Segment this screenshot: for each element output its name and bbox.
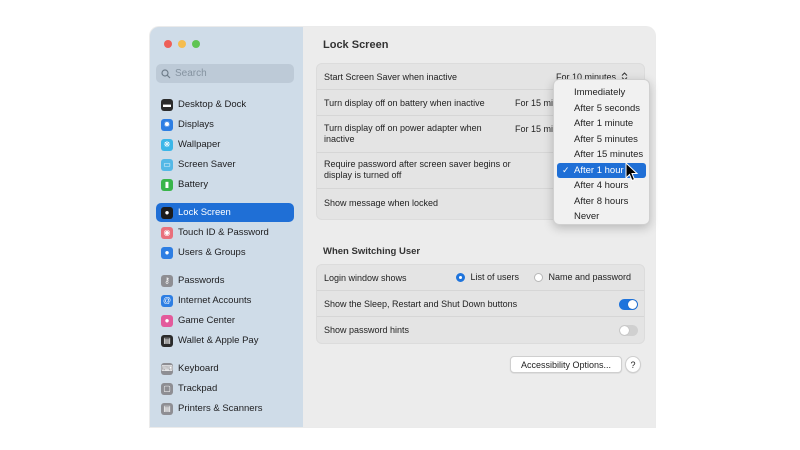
login-option2-label: Name and password [548, 272, 632, 282]
display-battery-label: Turn display off on battery when inactiv… [324, 98, 485, 108]
help-button[interactable]: ? [625, 356, 641, 373]
sidebar-item-trackpad[interactable]: ▢ Trackpad [156, 379, 294, 398]
sidebar-item-label: Wallet & Apple Pay [178, 335, 259, 346]
sidebar-item-label: Desktop & Dock [178, 99, 247, 110]
menu-item-after-15-minutes[interactable]: After 15 minutes [557, 147, 646, 163]
menu-item-after-5-minutes[interactable]: After 5 minutes [557, 132, 646, 148]
menu-item-after-5-seconds[interactable]: After 5 seconds [557, 101, 646, 117]
menu-item-label: Immediately [574, 87, 626, 99]
require-password-label: Require password after screen saver begi… [324, 159, 511, 180]
radio-selected-icon [456, 273, 465, 283]
accessibility-options-button[interactable]: Accessibility Options... [510, 356, 622, 373]
trackpad-icon: ▢ [161, 382, 173, 395]
password-hints-label: Show password hints [324, 325, 410, 335]
radio-unselected-icon [534, 273, 543, 283]
sidebar-item-label: Keyboard [178, 363, 219, 374]
login-option1-label: List of users [470, 272, 520, 282]
login-window-row: Login window shows List of users Name an… [317, 265, 644, 291]
menu-item-label: After 1 minute [574, 118, 634, 130]
minimize-window-button[interactable] [178, 40, 186, 48]
menu-item-label: Never [574, 211, 600, 223]
menu-item-label: After 8 hours [574, 195, 629, 207]
sidebar-item-label: Internet Accounts [178, 295, 252, 306]
sidebar-item-label: Touch ID & Password [178, 227, 269, 238]
menu-item-label: After 5 minutes [574, 133, 638, 145]
game-center-icon: ● [161, 314, 173, 327]
sidebar-item-wallpaper[interactable]: ❋ Wallpaper [156, 135, 294, 154]
sleep-buttons-label: Show the Sleep, Restart and Shut Down bu… [324, 299, 518, 309]
login-list-of-users-radio[interactable]: List of users [456, 272, 520, 283]
sidebar-item-passwords[interactable]: ⚷ Passwords [156, 271, 294, 290]
search-placeholder: Search [175, 68, 207, 79]
sidebar-list: ▬ Desktop & Dock ✹ Displays ❋ Wallpaper ▭ Scree… [156, 95, 294, 419]
checkmark-icon: ✓ [562, 164, 570, 175]
switching-user-header: When Switching User [323, 246, 421, 257]
menu-item-immediately[interactable]: Immediately [557, 85, 646, 101]
login-name-password-radio[interactable]: Name and password [534, 272, 632, 283]
sidebar-item-label: Passwords [178, 275, 225, 286]
sidebar-item-label: Users & Groups [178, 247, 246, 258]
page-title: Lock Screen [323, 39, 389, 51]
password-hints-row: Show password hints [317, 317, 644, 343]
key-icon: ⚷ [161, 274, 173, 287]
sidebar-item-users-groups[interactable]: ● Users & Groups [156, 243, 294, 262]
sidebar: Search ▬ Desktop & Dock ✹ Displays ❋ Wallpape… [150, 27, 303, 427]
sleep-buttons-toggle[interactable] [619, 299, 638, 310]
sidebar-item-label: Game Center [178, 315, 236, 326]
sidebar-item-lock-screen[interactable]: ● Lock Screen [156, 203, 294, 222]
sidebar-item-game-center[interactable]: ● Game Center [156, 311, 294, 330]
window-controls [164, 40, 200, 48]
sidebar-item-displays[interactable]: ✹ Displays [156, 115, 294, 134]
zoom-window-button[interactable] [192, 40, 200, 48]
menu-item-label: After 4 hours [574, 180, 629, 192]
screen-saver-icon: ▭ [161, 158, 173, 171]
sidebar-item-label: Screen Saver [178, 159, 236, 170]
sidebar-item-label: Printers & Scanners [178, 403, 263, 414]
menu-item-label: After 5 seconds [574, 102, 641, 114]
battery-icon: ▮ [161, 178, 173, 191]
display-power-select[interactable]: For 15 mi [515, 124, 553, 134]
sidebar-item-keyboard[interactable]: ⌨ Keyboard [156, 359, 294, 378]
wallet-icon: ▤ [161, 334, 173, 347]
close-window-button[interactable] [164, 40, 172, 48]
sidebar-item-screen-saver[interactable]: ▭ Screen Saver [156, 155, 294, 174]
show-message-label: Show message when locked [324, 198, 439, 208]
mouse-pointer-icon [625, 162, 639, 182]
sidebar-item-label: Displays [178, 119, 214, 130]
display-power-label: Turn display off on power adapter when i… [324, 123, 482, 144]
menu-item-label: After 15 minutes [574, 149, 644, 161]
menu-item-after-1-minute[interactable]: After 1 minute [557, 116, 646, 132]
sidebar-item-battery[interactable]: ▮ Battery [156, 175, 294, 194]
sidebar-item-printers-scanners[interactable]: ▤ Printers & Scanners [156, 399, 294, 418]
search-input[interactable]: Search [156, 64, 294, 83]
users-icon: ● [161, 246, 173, 259]
screen-saver-label: Start Screen Saver when inactive [324, 72, 458, 82]
sidebar-item-label: Wallpaper [178, 139, 221, 150]
sidebar-item-wallet-apple-pay[interactable]: ▤ Wallet & Apple Pay [156, 331, 294, 350]
sidebar-item-internet-accounts[interactable]: @ Internet Accounts [156, 291, 294, 310]
display-battery-select[interactable]: For 15 mi [515, 98, 553, 108]
sidebar-item-label: Battery [178, 179, 209, 190]
sidebar-item-desktop-dock[interactable]: ▬ Desktop & Dock [156, 95, 294, 114]
printer-icon: ▤ [161, 402, 173, 415]
fingerprint-icon: ◉ [161, 226, 173, 239]
password-hints-toggle[interactable] [619, 325, 638, 336]
sidebar-item-touch-id-password[interactable]: ◉ Touch ID & Password [156, 223, 294, 242]
menu-item-never[interactable]: Never [557, 209, 646, 225]
menu-item-label: After 1 hour [574, 164, 624, 176]
menu-item-after-8-hours[interactable]: After 8 hours [557, 194, 646, 210]
search-icon [161, 68, 171, 78]
display-icon: ✹ [161, 118, 173, 131]
dock-icon: ▬ [161, 98, 173, 111]
switching-user-group: Login window shows List of users Name an… [316, 264, 645, 344]
sidebar-item-label: Lock Screen [178, 207, 231, 218]
at-icon: @ [161, 294, 173, 307]
keyboard-icon: ⌨ [161, 362, 173, 375]
wallpaper-icon: ❋ [161, 138, 173, 151]
screen-saver-dropdown-menu: Immediately After 5 seconds After 1 minute… [553, 79, 650, 225]
sleep-buttons-row: Show the Sleep, Restart and Shut Down bu… [317, 291, 644, 317]
sidebar-item-label: Trackpad [178, 383, 218, 394]
login-window-label: Login window shows [324, 273, 407, 283]
lock-icon: ● [161, 206, 173, 219]
